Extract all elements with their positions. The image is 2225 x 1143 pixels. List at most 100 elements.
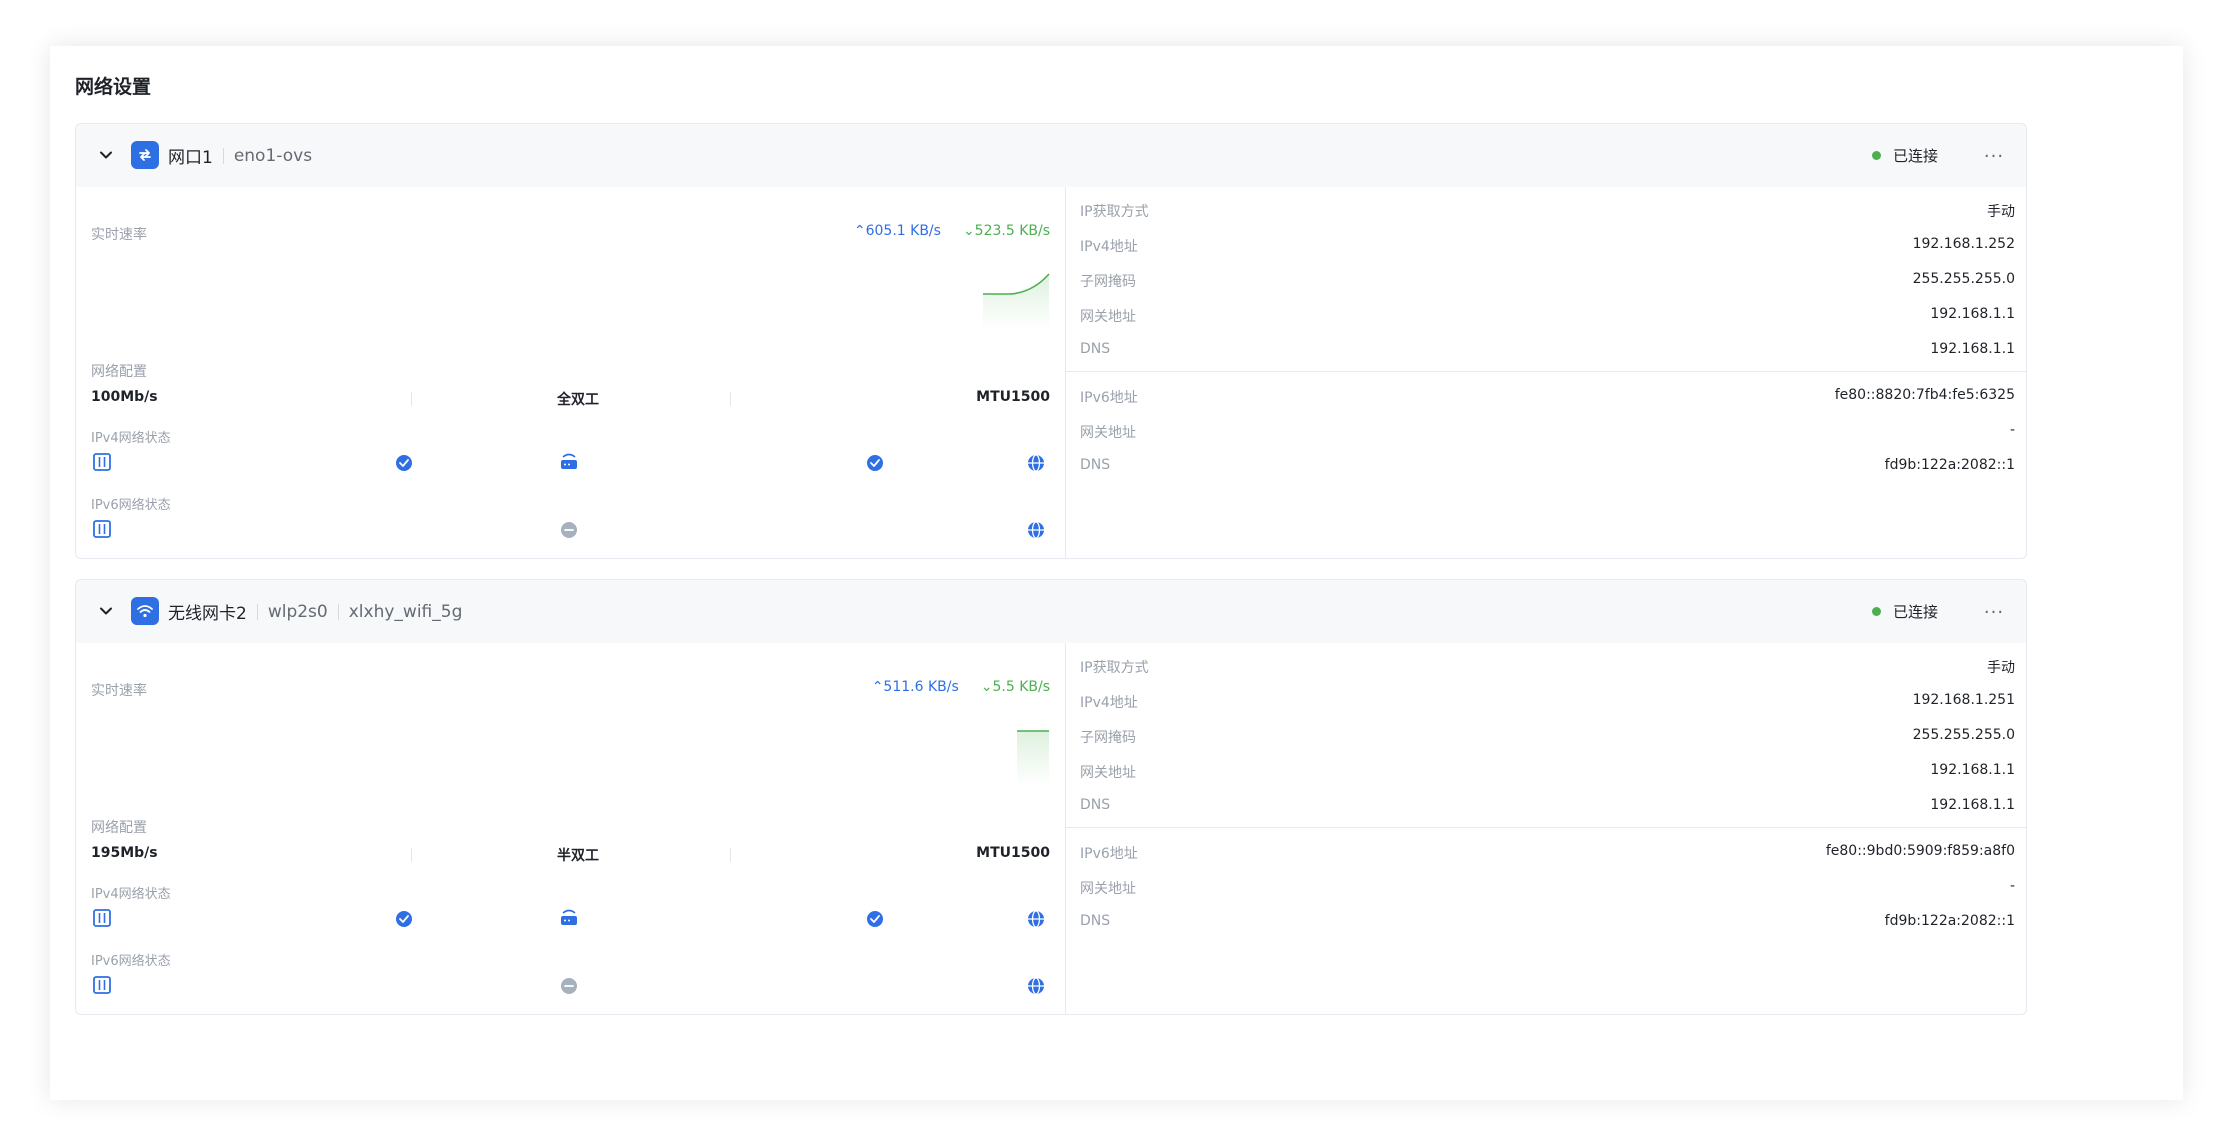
network-card: 无线网卡2 wlp2s0 xlxhy_wifi_5g 已连接 ··· 实时速率 … xyxy=(75,579,2027,1015)
ipv4-label: IPv4地址 xyxy=(1080,239,1138,255)
card-title: 无线网卡2 wlp2s0 xlxhy_wifi_5g xyxy=(168,580,462,643)
status-badge: 已连接 xyxy=(1871,124,1938,187)
interface-name: 无线网卡2 xyxy=(168,604,247,624)
rate-sparkline xyxy=(983,273,1050,330)
gateway-value: 192.168.1.1 xyxy=(1930,762,2015,778)
ip-method-label: IP获取方式 xyxy=(1080,204,1149,220)
gateway6-label: 网关地址 xyxy=(1080,425,1136,441)
ipv6-status-label: IPv6网络状态 xyxy=(91,498,171,513)
section-divider xyxy=(1066,371,2026,372)
dns6-value: fd9b:122a:2082::1 xyxy=(1884,913,2015,929)
network-config-row: 100Mb/s 全双工 MTU1500 xyxy=(91,389,1050,409)
rate-values: ⌃605.1 KB/s ⌄523.5 KB/s xyxy=(854,223,1050,239)
check-icon xyxy=(396,911,412,927)
chevron-down-icon[interactable] xyxy=(93,598,119,624)
dns6-label: DNS xyxy=(1080,457,1111,473)
dns6-row: DNS fd9b:122a:2082::1 xyxy=(1080,457,2015,477)
ipv4-status-path xyxy=(93,909,1044,928)
interface-device: eno1-ovs xyxy=(233,145,313,166)
section-divider xyxy=(1066,827,2026,828)
dns-row: DNS 192.168.1.1 xyxy=(1080,341,2015,361)
gateway-row: 网关地址 192.168.1.1 xyxy=(1080,306,2015,326)
ipv6-value: fe80::9bd0:5909:f859:a8f0 xyxy=(1825,843,2015,859)
ipv6-status-path xyxy=(93,520,1044,539)
link-speed: 195Mb/s xyxy=(91,845,158,861)
globe-icon xyxy=(1028,454,1044,472)
subnet-label: 子网掩码 xyxy=(1080,730,1136,746)
gateway6-value: - xyxy=(2009,878,2015,894)
idle-icon xyxy=(561,978,577,994)
gateway6-row: 网关地址 - xyxy=(1080,878,2015,898)
config-divider xyxy=(730,848,731,862)
card-title: 网口1 eno1-ovs xyxy=(168,124,312,187)
realtime-rate-label: 实时速率 xyxy=(91,227,147,243)
status-text: 已连接 xyxy=(1892,147,1938,165)
ipv6-label: IPv6地址 xyxy=(1080,846,1138,862)
wifi-ssid: xlxhy_wifi_5g xyxy=(348,601,463,622)
dns-label: DNS xyxy=(1080,341,1111,357)
device-icon xyxy=(93,909,111,927)
interface-device: wlp2s0 xyxy=(267,601,328,622)
network-config-row: 195Mb/s 半双工 MTU1500 xyxy=(91,845,1050,865)
card-header[interactable]: 网口1 eno1-ovs 已连接 ··· xyxy=(76,124,2026,187)
link-speed: 100Mb/s xyxy=(91,389,158,405)
page-title: 网络设置 xyxy=(75,76,152,98)
status-text: 已连接 xyxy=(1892,603,1938,621)
more-icon[interactable]: ··· xyxy=(1980,598,2008,626)
network-config-label: 网络配置 xyxy=(91,820,147,836)
subnet-value: 255.255.255.0 xyxy=(1912,271,2015,287)
subnet-row: 子网掩码 255.255.255.0 xyxy=(1080,271,2015,291)
header-divider xyxy=(256,603,258,620)
config-divider xyxy=(411,848,412,862)
header-divider xyxy=(337,603,339,620)
gateway6-row: 网关地址 - xyxy=(1080,422,2015,442)
gateway-label: 网关地址 xyxy=(1080,765,1136,781)
more-icon[interactable]: ··· xyxy=(1980,142,2008,170)
ipv6-row: IPv6地址 fe80::9bd0:5909:f859:a8f0 xyxy=(1080,843,2015,863)
mtu-value: MTU1500 xyxy=(976,845,1050,861)
globe-icon xyxy=(1028,521,1044,539)
gateway-label: 网关地址 xyxy=(1080,309,1136,325)
gateway6-value: - xyxy=(2009,422,2015,438)
rate-section: 实时速率 ⌃605.1 KB/s ⌄523.5 KB/s 网络配置 100Mb/… xyxy=(76,187,1065,558)
duplex-mode: 半双工 xyxy=(557,848,599,864)
ip-method-row: IP获取方式 手动 xyxy=(1080,657,2015,677)
dns6-value: fd9b:122a:2082::1 xyxy=(1884,457,2015,473)
idle-icon xyxy=(561,522,577,538)
upload-rate: ⌃605.1 KB/s xyxy=(853,223,941,239)
rate-section: 实时速率 ⌃511.6 KB/s ⌄5.5 KB/s 网络配置 195Mb/s … xyxy=(76,643,1065,1014)
rate-values: ⌃511.6 KB/s ⌄5.5 KB/s xyxy=(872,679,1050,695)
ipv4-status-label: IPv4网络状态 xyxy=(91,887,171,902)
ip-method-row: IP获取方式 手动 xyxy=(1080,201,2015,221)
dns-value: 192.168.1.1 xyxy=(1930,341,2015,357)
router-icon xyxy=(561,909,577,925)
ipv4-value: 192.168.1.252 xyxy=(1912,236,2015,252)
status-dot-icon xyxy=(1871,607,1881,616)
status-dot-icon xyxy=(1871,151,1881,160)
ipv6-status-path xyxy=(93,976,1044,995)
device-icon xyxy=(93,520,111,538)
globe-icon xyxy=(1028,977,1044,995)
download-rate: ⌄5.5 KB/s xyxy=(980,679,1050,695)
network-settings-panel: 网络设置 网口1 eno1-ovs 已连接 ··· 实时速率 ⌃605.1 KB… xyxy=(50,46,2183,1100)
ip-method-value: 手动 xyxy=(1987,204,2015,220)
ipv6-status-label: IPv6网络状态 xyxy=(91,954,171,969)
wifi-icon xyxy=(131,597,159,625)
upload-rate: ⌃511.6 KB/s xyxy=(871,679,959,695)
ip-method-value: 手动 xyxy=(1987,660,2015,676)
gateway-value: 192.168.1.1 xyxy=(1930,306,2015,322)
card-header[interactable]: 无线网卡2 wlp2s0 xlxhy_wifi_5g 已连接 ··· xyxy=(76,580,2026,643)
config-divider xyxy=(411,392,412,406)
dns-label: DNS xyxy=(1080,797,1111,813)
ip-info-section: IP获取方式 手动 IPv4地址 192.168.1.252 子网掩码 255.255… xyxy=(1065,187,2026,558)
ipv4-row: IPv4地址 192.168.1.251 xyxy=(1080,692,2015,712)
device-icon xyxy=(93,453,111,471)
chevron-down-icon[interactable] xyxy=(93,142,119,168)
router-icon xyxy=(561,453,577,469)
check-icon xyxy=(396,455,412,471)
status-badge: 已连接 xyxy=(1871,580,1938,643)
ip-method-label: IP获取方式 xyxy=(1080,660,1149,676)
ipv4-value: 192.168.1.251 xyxy=(1912,692,2015,708)
ipv6-row: IPv6地址 fe80::8820:7fb4:fe5:6325 xyxy=(1080,387,2015,407)
config-divider xyxy=(730,392,731,406)
